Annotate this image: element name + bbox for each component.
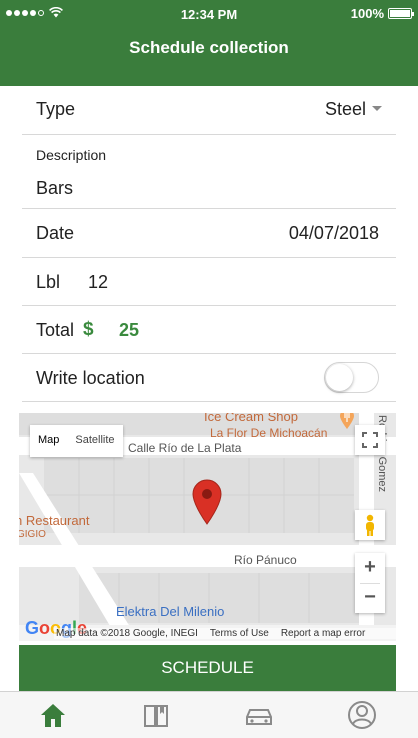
lbl-input[interactable]: 12 bbox=[88, 272, 108, 293]
lbl-row[interactable]: Lbl 12 bbox=[22, 258, 396, 306]
fullscreen-icon bbox=[362, 432, 378, 448]
zoom-in-button[interactable]: + bbox=[355, 553, 385, 583]
description-label: Description bbox=[36, 147, 107, 163]
tab-bar bbox=[0, 691, 418, 738]
battery-percent: 100% bbox=[350, 6, 384, 21]
map-street-rio-plata: Calle Río de La Plata bbox=[128, 441, 242, 455]
currency-symbol: $ bbox=[83, 319, 94, 340]
pegman-icon bbox=[366, 514, 374, 536]
tab-profile[interactable] bbox=[347, 700, 377, 730]
map-type-control: Map Satellite bbox=[30, 425, 123, 457]
tab-home[interactable] bbox=[38, 700, 68, 730]
zoom-control: + − bbox=[355, 553, 385, 613]
report-map-error-link[interactable]: Report a map error bbox=[281, 628, 365, 639]
schedule-button[interactable]: SCHEDULE bbox=[19, 645, 396, 691]
map-poi-restaurant: n Restaurant bbox=[19, 513, 90, 528]
page-title: Schedule collection bbox=[129, 38, 289, 57]
map-type-satellite[interactable]: Satellite bbox=[67, 425, 122, 457]
description-input[interactable]: Bars bbox=[36, 178, 73, 199]
dropdown-caret-icon[interactable] bbox=[372, 106, 382, 111]
map-poi-la-flor: La Flor De Michoacán bbox=[210, 426, 328, 440]
tab-book[interactable] bbox=[141, 700, 171, 730]
street-view-button[interactable] bbox=[355, 510, 385, 540]
toggle-knob bbox=[326, 364, 353, 391]
total-row: Total $ 25 bbox=[22, 306, 396, 354]
map-poi-ice-cream: Ice Cream Shop bbox=[204, 413, 298, 424]
tab-car[interactable] bbox=[243, 700, 275, 730]
date-label: Date bbox=[36, 223, 75, 243]
battery-icon bbox=[388, 8, 414, 19]
total-value: 25 bbox=[119, 320, 140, 340]
type-select-value[interactable]: Steel bbox=[325, 99, 366, 120]
map-street-rio-panuco: Río Pánuco bbox=[234, 553, 297, 567]
date-value[interactable]: 04/07/2018 bbox=[289, 223, 379, 244]
write-location-row: Write location bbox=[22, 354, 396, 402]
map-attribution: Map data ©2018 Google, INEGI Terms of Us… bbox=[54, 628, 396, 639]
location-marker-icon[interactable] bbox=[191, 479, 223, 525]
description-row[interactable]: Description Bars bbox=[22, 135, 396, 209]
zoom-out-button[interactable]: − bbox=[355, 583, 385, 613]
fullscreen-button[interactable] bbox=[355, 425, 385, 455]
lbl-label: Lbl bbox=[36, 272, 61, 292]
status-right: 100% bbox=[350, 6, 414, 21]
map-type-map[interactable]: Map bbox=[30, 425, 67, 457]
map-view[interactable]: Ice Cream Shop La Flor De Michoacán Call… bbox=[19, 413, 396, 641]
home-icon bbox=[41, 704, 65, 727]
status-bar: 12:34 PM 100% bbox=[0, 0, 418, 28]
map-poi-elektra: Elektra Del Milenio bbox=[116, 604, 225, 619]
type-row[interactable]: Type Steel bbox=[22, 86, 396, 135]
write-location-label: Write location bbox=[36, 368, 145, 388]
user-icon bbox=[348, 701, 376, 729]
map-poi-gigio: GIGIO bbox=[19, 529, 46, 540]
header-bar: Schedule collection bbox=[0, 28, 418, 86]
collection-form: Type Steel bbox=[22, 86, 396, 135]
type-label: Type bbox=[36, 99, 76, 119]
terms-of-use-link[interactable]: Terms of Use bbox=[210, 628, 269, 639]
book-icon bbox=[144, 705, 168, 727]
map-data-credit: Map data ©2018 Google, INEGI bbox=[56, 628, 198, 639]
total-label: Total bbox=[36, 320, 75, 340]
date-row[interactable]: Date 04/07/2018 bbox=[22, 209, 396, 258]
write-location-toggle[interactable] bbox=[324, 362, 379, 393]
car-icon bbox=[246, 709, 272, 725]
map-poi-pin-icon bbox=[340, 413, 354, 429]
